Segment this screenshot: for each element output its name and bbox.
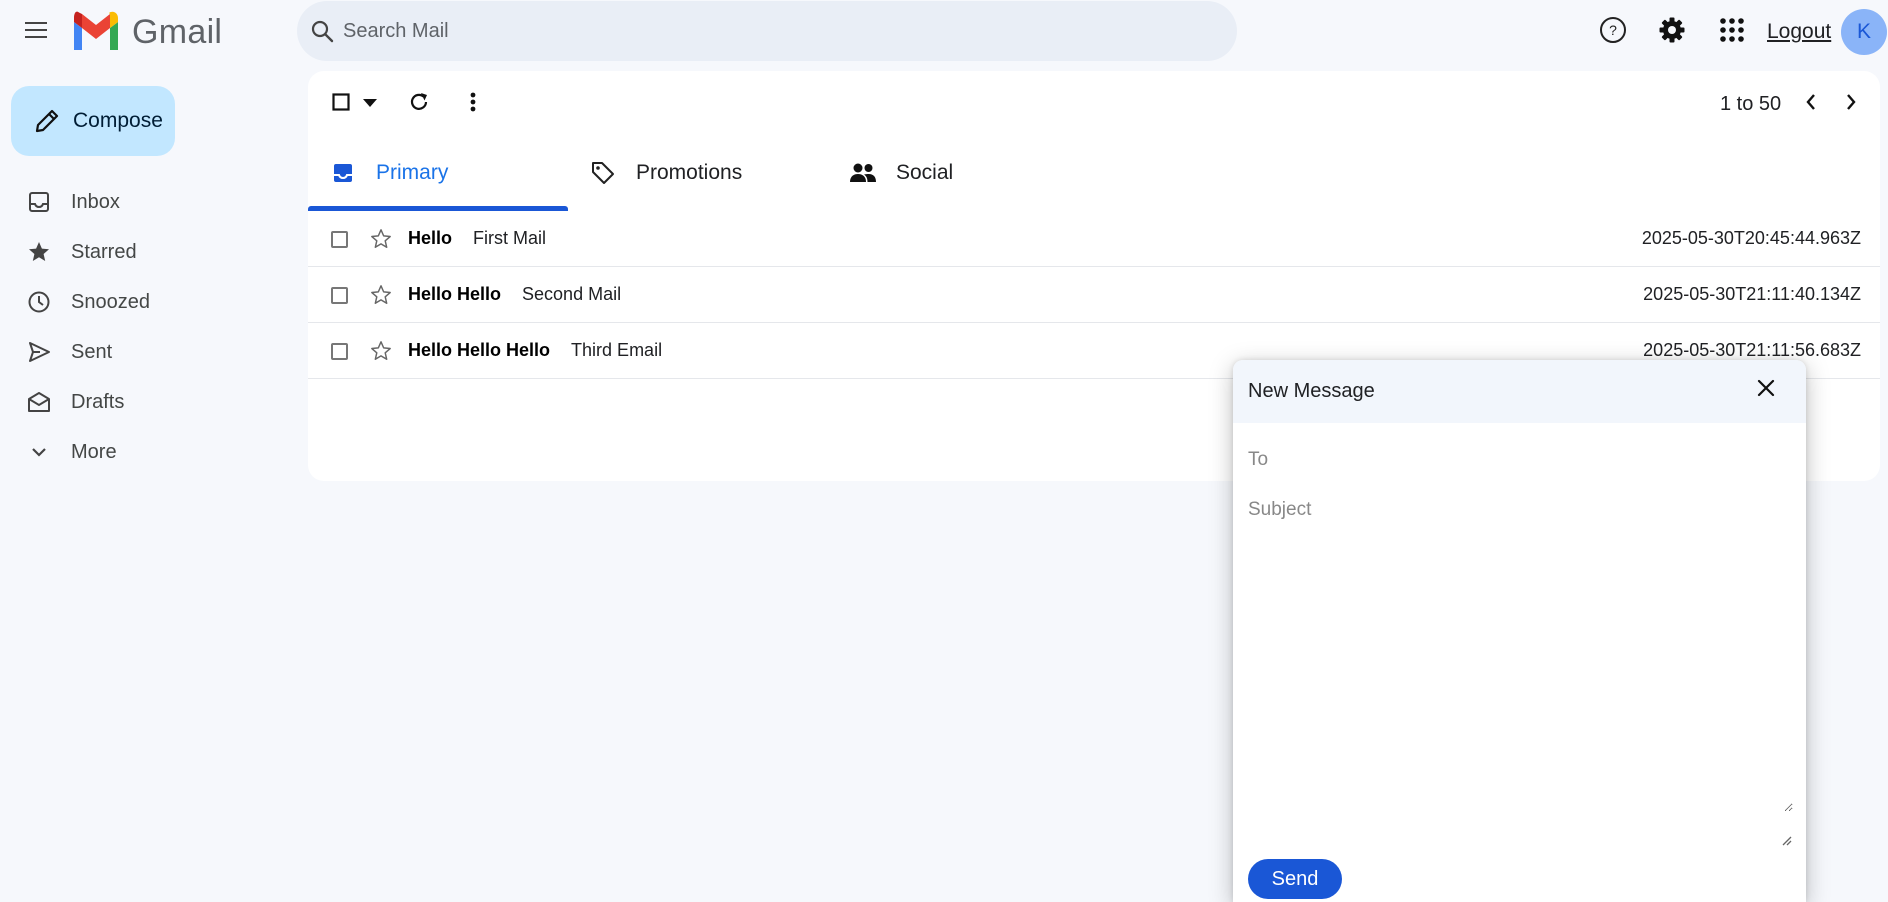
main-menu-button[interactable] [20, 17, 52, 47]
table-row[interactable]: Hello First Mail 2025-05-30T20:45:44.963… [308, 211, 1880, 267]
avatar[interactable]: K [1841, 9, 1887, 55]
people-icon [848, 158, 878, 188]
star-icon[interactable] [368, 282, 394, 308]
sender-name: Hello [408, 228, 453, 248]
row-checkbox[interactable] [331, 343, 348, 360]
apps-button[interactable] [1714, 14, 1750, 50]
sidebar-item-label: Snoozed [71, 290, 150, 313]
star-icon[interactable] [368, 338, 394, 364]
top-header: Gmail ? [0, 0, 1888, 64]
tab-label: Primary [376, 161, 449, 184]
select-dropdown-button[interactable] [359, 88, 381, 120]
chevron-down-icon [24, 437, 54, 467]
email-date: 2025-05-30T20:45:44.963Z [1641, 228, 1861, 248]
logout-link[interactable]: Logout [1767, 20, 1831, 44]
sidebar-item-starred[interactable]: Starred [0, 227, 290, 277]
settings-button[interactable] [1654, 14, 1690, 50]
prev-page-button[interactable] [1796, 88, 1826, 120]
email-sender: Hello Hello Second Mail [408, 284, 621, 305]
email-subject: First Mail [473, 228, 547, 248]
email-subject: Third Email [571, 340, 663, 360]
sidebar-item-more[interactable]: More [0, 427, 290, 477]
compose-window: New Message Send [1233, 360, 1806, 902]
refresh-button[interactable] [404, 88, 434, 120]
svg-text:?: ? [1609, 22, 1617, 38]
pencil-icon [31, 105, 63, 137]
compose-button[interactable]: Compose [11, 86, 175, 156]
mail-toolbar: 1 to 50 [308, 71, 1880, 135]
sidebar-item-label: Drafts [71, 390, 125, 413]
gmail-m-icon [70, 10, 122, 55]
chevron-left-icon [1805, 93, 1817, 116]
help-button[interactable]: ? [1595, 14, 1631, 50]
inbox-icon [328, 158, 358, 188]
more-vert-icon [470, 92, 476, 117]
email-sender: Hello First Mail [408, 228, 546, 249]
close-compose-button[interactable] [1752, 376, 1780, 404]
category-tabs: Primary Promotions Social [308, 135, 1880, 211]
email-subject: Second Mail [522, 284, 622, 304]
select-all-checkbox[interactable] [330, 88, 352, 120]
settings-icon [1658, 16, 1686, 49]
search-icon[interactable] [309, 18, 335, 44]
email-sender: Hello Hello Hello Third Email [408, 340, 662, 361]
apps-icon [1719, 17, 1745, 48]
compose-window-header: New Message [1233, 360, 1806, 423]
sender-name: Hello Hello Hello [408, 340, 551, 360]
checkbox-icon [332, 92, 350, 116]
gmail-logo[interactable]: Gmail [70, 10, 222, 55]
star-icon[interactable] [368, 226, 394, 252]
chevron-right-icon [1845, 93, 1857, 116]
sidebar-item-label: Inbox [71, 190, 120, 213]
inbox-icon [24, 187, 54, 217]
tab-primary[interactable]: Primary [308, 135, 568, 211]
email-date: 2025-05-30T21:11:56.683Z [1643, 340, 1861, 360]
app-name: Gmail [132, 13, 223, 51]
refresh-icon [408, 91, 430, 118]
clock-icon [24, 287, 54, 317]
tab-label: Promotions [636, 161, 743, 184]
help-icon: ? [1599, 16, 1627, 49]
subject-field[interactable] [1248, 490, 1793, 530]
tag-icon [588, 158, 618, 188]
email-date: 2025-05-30T21:11:40.134Z [1643, 284, 1861, 304]
send-icon [24, 337, 54, 367]
drafts-icon [24, 387, 54, 417]
menu-icon [25, 21, 47, 44]
tab-social[interactable]: Social [828, 135, 1088, 211]
sidebar-item-inbox[interactable]: Inbox [0, 177, 290, 227]
table-row[interactable]: Hello Hello Second Mail 2025-05-30T21:11… [308, 267, 1880, 323]
star-icon [24, 237, 54, 267]
more-options-button[interactable] [458, 88, 488, 120]
compose-label: Compose [73, 109, 163, 132]
compose-window-title: New Message [1248, 380, 1375, 402]
sidebar-item-label: Sent [71, 340, 113, 363]
row-checkbox[interactable] [331, 231, 348, 248]
sidebar-item-label: More [71, 440, 117, 463]
close-icon [1757, 379, 1775, 402]
sidebar-nav: Inbox Starred Snoozed Sent Drafts More [0, 177, 290, 477]
send-button[interactable]: Send [1248, 859, 1342, 899]
resize-handle-icon[interactable] [1780, 833, 1792, 846]
sidebar-item-sent[interactable]: Sent [0, 327, 290, 377]
search-bar[interactable] [297, 1, 1237, 61]
next-page-button[interactable] [1836, 88, 1866, 120]
tab-promotions[interactable]: Promotions [568, 135, 828, 211]
pagination-text: 1 to 50 [1720, 93, 1782, 115]
tab-label: Social [896, 161, 954, 184]
sidebar-item-label: Starred [71, 240, 137, 263]
search-input[interactable] [343, 19, 1203, 43]
email-list: Hello First Mail 2025-05-30T20:45:44.963… [308, 211, 1880, 379]
row-checkbox[interactable] [331, 287, 348, 304]
sidebar-item-drafts[interactable]: Drafts [0, 377, 290, 427]
message-body-field[interactable] [1248, 530, 1793, 812]
sender-name: Hello Hello [408, 284, 502, 304]
sidebar-item-snoozed[interactable]: Snoozed [0, 277, 290, 327]
caret-down-icon [362, 95, 378, 113]
to-field[interactable] [1248, 440, 1793, 480]
